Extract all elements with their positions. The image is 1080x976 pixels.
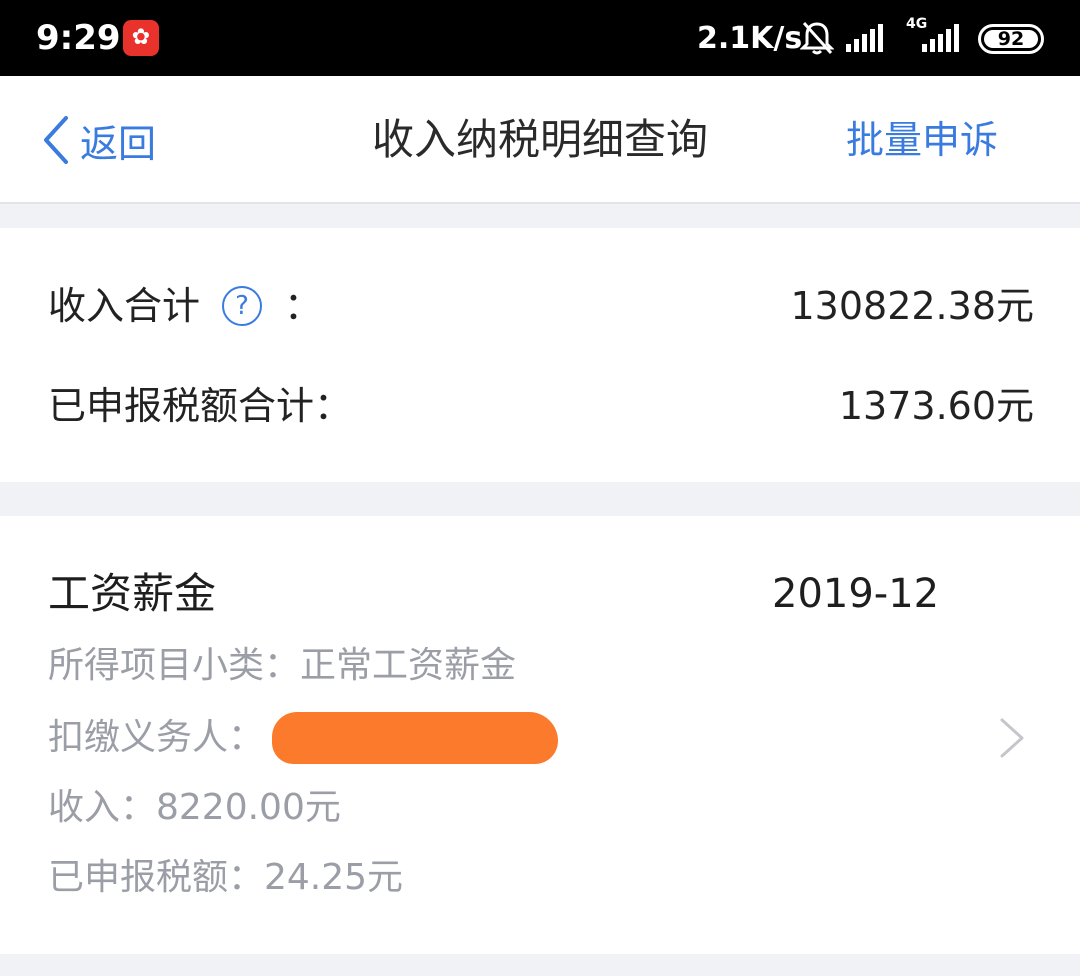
- income-record-card[interactable]: 工资薪金 2019-12 所得项目小类：正常工资薪金 扣缴义务人： 收入：822…: [0, 516, 1080, 954]
- record-category: 工资薪金: [48, 569, 217, 618]
- cell-signal-icon: [922, 24, 959, 52]
- record-period: 2019-12: [772, 571, 940, 617]
- income-total-value: 130822.38元: [790, 284, 1035, 328]
- tax-total-row: 已申报税额合计： 1373.60元: [48, 376, 1034, 436]
- app-logo-icon: ✿: [123, 20, 159, 56]
- income-total-label: 收入合计: [48, 284, 201, 328]
- record-income: 收入：8220.00元: [48, 787, 341, 828]
- help-icon[interactable]: ?: [222, 286, 263, 326]
- bell-muted-icon: [800, 21, 834, 55]
- record-tax: 已申报税额：24.25元: [48, 857, 404, 898]
- tax-total-value: 1373.60元: [838, 384, 1034, 428]
- summary-card: 收入合计 ? ： 130822.38元 已申报税额合计： 1373.60元: [0, 228, 1080, 482]
- redaction-mark: [272, 712, 559, 764]
- income-total-colon: ：: [284, 284, 323, 328]
- battery-level: 92: [984, 30, 1038, 49]
- status-bar: 9:29 ✿ 2.1K/s 4G 92: [0, 0, 1080, 76]
- network-speed: 2.1K/s: [697, 21, 803, 56]
- wifi-signal-icon: [846, 24, 883, 52]
- status-time: 9:29: [36, 18, 121, 58]
- record-subcategory: 所得项目小类：正常工资薪金: [48, 645, 517, 686]
- tax-total-label: 已申报税额合计：: [48, 384, 353, 428]
- record-withholder: 扣缴义务人：: [48, 712, 559, 764]
- batch-appeal-button[interactable]: 批量申诉: [846, 110, 998, 170]
- nav-bar: 返回 收入纳税明细查询 批量申诉: [0, 76, 1080, 204]
- battery-icon: 92: [978, 24, 1044, 54]
- income-total-row: 收入合计 ? ： 130822.38元: [48, 276, 1034, 336]
- record-withholder-label: 扣缴义务人：: [48, 717, 265, 758]
- chevron-right-icon: [1000, 718, 1024, 758]
- income-total-label-group: 收入合计 ? ：: [48, 276, 322, 336]
